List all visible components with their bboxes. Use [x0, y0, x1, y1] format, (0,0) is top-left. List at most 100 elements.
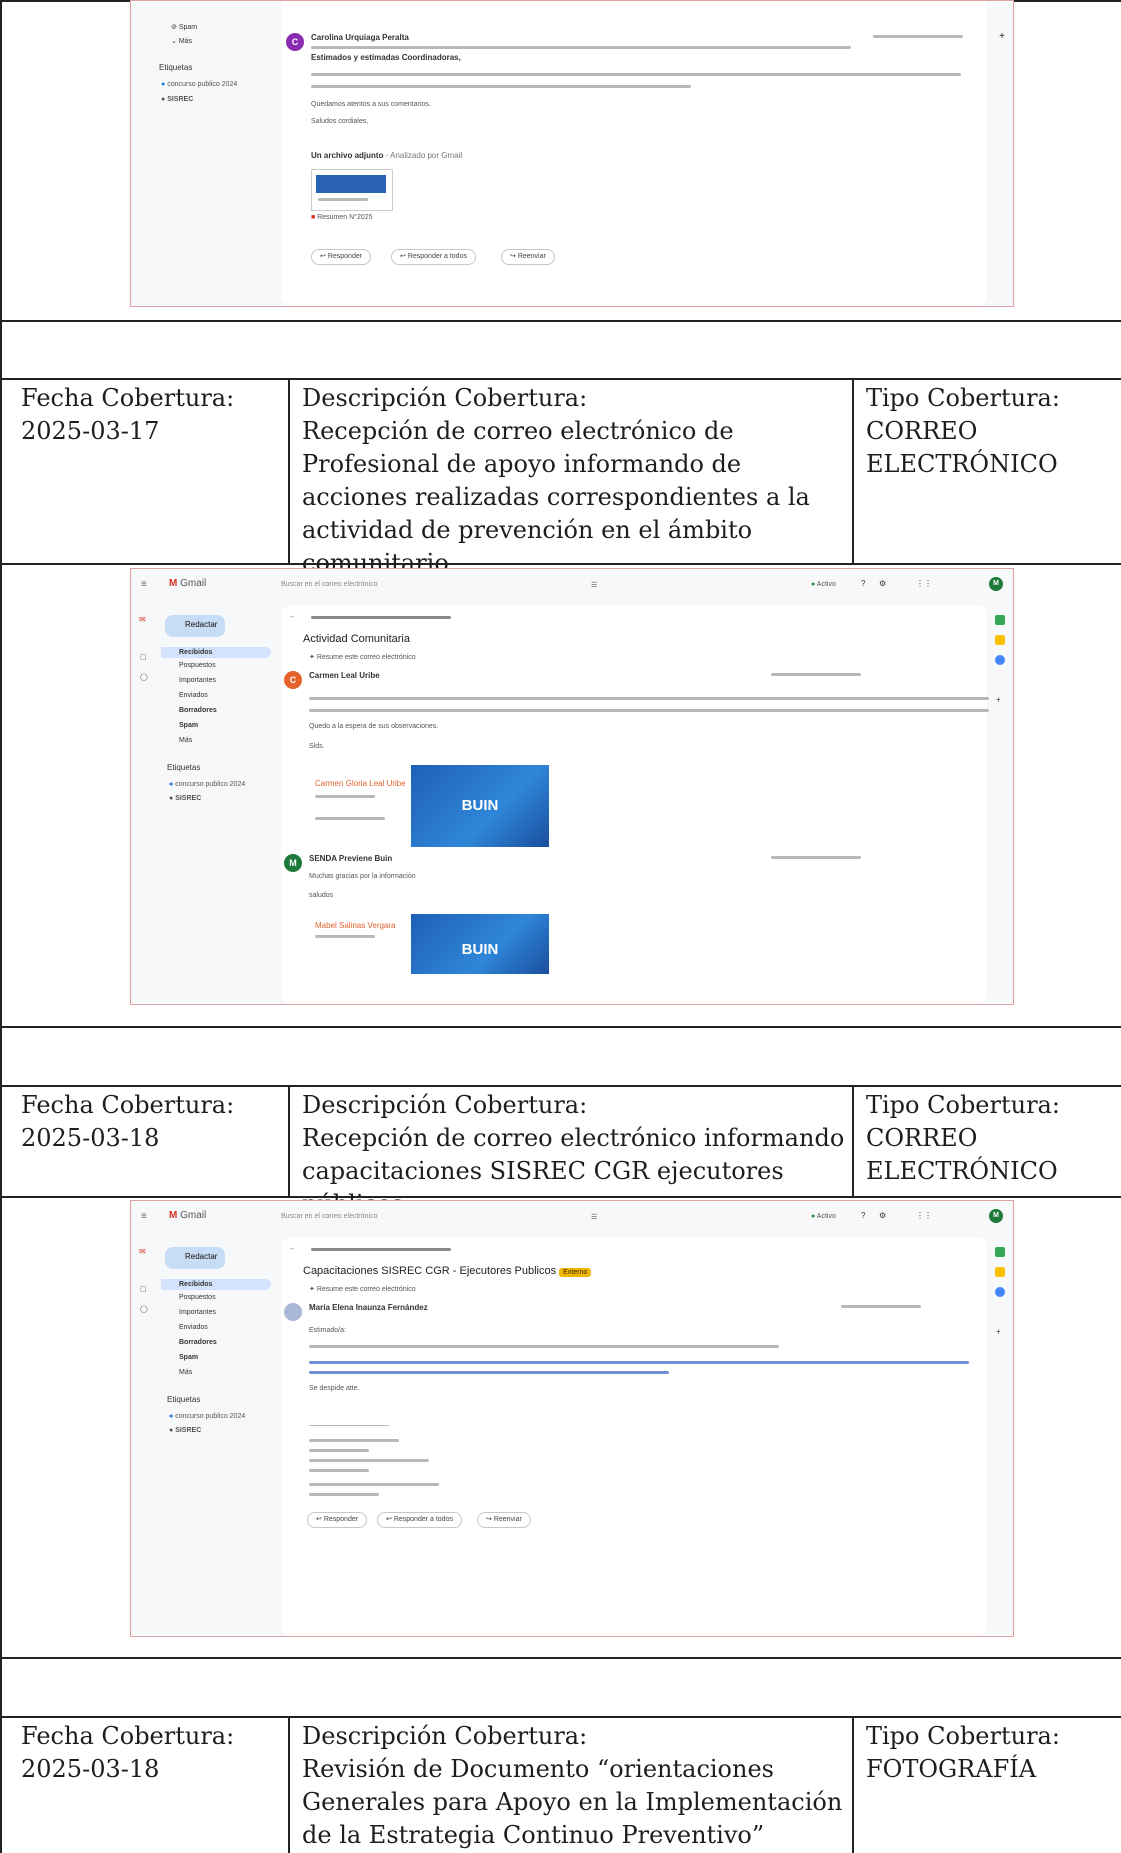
search-options-icon[interactable]: ☰ [591, 581, 597, 589]
menu-icon[interactable]: ≡ [141, 579, 147, 590]
attachment-file[interactable]: ■ Resumen N°2025 [311, 214, 373, 221]
settings-icon[interactable]: ⚙ [879, 579, 886, 588]
recipients-line [311, 46, 851, 49]
keep-icon[interactable] [995, 1267, 1005, 1277]
add-icon[interactable]: + [999, 31, 1005, 42]
tasks-icon[interactable] [995, 655, 1005, 665]
sender-avatar [284, 1303, 302, 1321]
nav-item-snoozed[interactable]: Pospuestos [179, 1294, 216, 1301]
meet-icon[interactable]: ◯ [140, 1305, 148, 1313]
label-concurso[interactable]: ● concurso publico 2024 [169, 781, 245, 788]
summarize-button[interactable]: ✦ Resume este correo electrónico [309, 1285, 416, 1293]
meet-icon[interactable]: ◯ [140, 673, 148, 681]
reply-all-button[interactable]: ↩ Responder a todos [377, 1512, 462, 1528]
gmail-logo[interactable]: M Gmail [169, 1210, 206, 1221]
add-icon[interactable]: + [996, 695, 1001, 704]
signature-name: Carmen Gloria Leal Uribe [315, 779, 406, 788]
nav-item-spam[interactable]: ⊘ Spam [171, 23, 197, 31]
status-indicator[interactable]: ● Activo [811, 581, 836, 588]
fecha-label: Fecha Cobertura: [21, 384, 235, 412]
calendar-icon[interactable] [995, 1247, 1005, 1257]
gmail-logo[interactable]: M Gmail [169, 578, 206, 589]
toolbar-icons[interactable] [311, 616, 451, 619]
menu-icon[interactable]: ≡ [141, 1211, 147, 1222]
help-icon[interactable]: ? [861, 1211, 865, 1220]
summarize-button[interactable]: ✦ Resume este correo electrónico [309, 653, 416, 661]
fecha-label: Fecha Cobertura: [21, 1091, 235, 1119]
nav-item-spam[interactable]: Spam [179, 1354, 198, 1361]
nav-item-more[interactable]: Más [179, 737, 192, 744]
email-screenshot-1: ⊘ Spam ⌄ Más Etiquetas ● concurso public… [130, 0, 1014, 307]
search-input[interactable]: Buscar en el correo electrónico [281, 1213, 378, 1220]
nav-item-spam[interactable]: Spam [179, 722, 198, 729]
account-avatar[interactable]: M [989, 1209, 1003, 1223]
column-divider [852, 1085, 854, 1196]
calendar-icon[interactable] [995, 615, 1005, 625]
apps-icon[interactable]: ⋮⋮ [916, 579, 932, 588]
forward-button[interactable]: ↪ Reenviar [477, 1512, 531, 1528]
keep-icon[interactable] [995, 635, 1005, 645]
reply-button[interactable]: ↩ Responder [307, 1512, 368, 1528]
descripcion-value: Revisión de Documento “orientaciones Gen… [302, 1755, 843, 1849]
back-icon[interactable]: ← [289, 1245, 296, 1252]
labels-heading: Etiquetas [159, 63, 193, 72]
forward-button[interactable]: ↪ Reenviar [501, 249, 555, 265]
compose-button[interactable]: Redactar [165, 1247, 225, 1269]
add-icon[interactable]: + [996, 1327, 1001, 1336]
chat-icon[interactable]: ▢ [140, 653, 147, 661]
nav-item-more[interactable]: Más [179, 1369, 192, 1376]
email-screenshot-2: ≡ M Gmail Buscar en el correo electrónic… [130, 568, 1014, 1005]
tipo-cell: Tipo Cobertura: FOTOGRAFÍA [866, 1720, 1116, 1786]
closing-line: Slds. [309, 743, 325, 750]
nav-item-drafts[interactable]: Borradores [179, 1339, 217, 1346]
status-indicator[interactable]: ● Activo [811, 1213, 836, 1220]
nav-item-more[interactable]: ⌄ Más [171, 37, 192, 45]
label-concurso[interactable]: ● concurso publico 2024 [161, 81, 237, 88]
closing-line: saludos [309, 892, 334, 899]
attachment-thumbnail[interactable] [311, 169, 393, 211]
chat-icon[interactable]: ▢ [140, 1285, 147, 1293]
descripcion-cell: Descripción Cobertura: Recepción de corr… [302, 382, 847, 580]
search-options-icon[interactable]: ☰ [591, 1213, 597, 1221]
mail-icon[interactable]: ✉ [139, 1247, 146, 1256]
nav-item-inbox[interactable]: Recibidos [161, 1279, 271, 1290]
compose-button[interactable]: Redactar [165, 615, 225, 637]
back-icon[interactable]: ← [289, 613, 296, 620]
column-divider [288, 1716, 290, 1853]
apps-icon[interactable]: ⋮⋮ [916, 1211, 932, 1220]
account-avatar[interactable]: M [989, 577, 1003, 591]
row-divider [0, 1085, 1121, 1087]
nav-item-snoozed[interactable]: Pospuestos [179, 662, 216, 669]
search-input[interactable]: Buscar en el correo electrónico [281, 581, 378, 588]
attachment-title: Un archivo adjunto · Analizado por Gmail [311, 151, 463, 160]
label-sisrec[interactable]: ● SISREC [169, 795, 201, 802]
tipo-cell: Tipo Cobertura: CORREO ELECTRÓNICO [866, 382, 1116, 481]
fecha-value: 2025-03-18 [21, 1755, 160, 1783]
label-sisrec[interactable]: ● SISREC [161, 96, 193, 103]
descripcion-value: Recepción de correo electrónico de Profe… [302, 417, 810, 577]
nav-item-drafts[interactable]: Borradores [179, 707, 217, 714]
toolbar-icons[interactable] [311, 1248, 451, 1251]
left-rail: ✉ ▢ ◯ [131, 1237, 161, 1636]
meeting-link[interactable] [309, 1361, 969, 1364]
email-screenshot-3: ≡ M Gmail Buscar en el correo electrónic… [130, 1200, 1014, 1637]
nav-item-important[interactable]: Importantes [179, 677, 216, 684]
reply-all-button[interactable]: ↩ Responder a todos [391, 249, 476, 265]
sender-name: Carmen Leal Uribe [309, 671, 380, 680]
descripcion-label: Descripción Cobertura: [302, 1722, 588, 1750]
meeting-link[interactable] [309, 1371, 669, 1374]
nav-item-sent[interactable]: Enviados [179, 692, 208, 699]
tasks-icon[interactable] [995, 1287, 1005, 1297]
help-icon[interactable]: ? [861, 579, 865, 588]
label-concurso[interactable]: ● concurso publico 2024 [169, 1413, 245, 1420]
nav-item-sent[interactable]: Enviados [179, 1324, 208, 1331]
label-sisrec[interactable]: ● SISREC [169, 1427, 201, 1434]
mail-icon[interactable]: ✉ [139, 615, 146, 624]
settings-icon[interactable]: ⚙ [879, 1211, 886, 1220]
nav-item-important[interactable]: Importantes [179, 1309, 216, 1316]
nav-item-inbox[interactable]: Recibidos [161, 647, 271, 658]
signature-line [315, 795, 375, 798]
sender-avatar: C [284, 671, 302, 689]
signature-line [315, 817, 385, 820]
reply-button[interactable]: ↩ Responder [311, 249, 372, 265]
